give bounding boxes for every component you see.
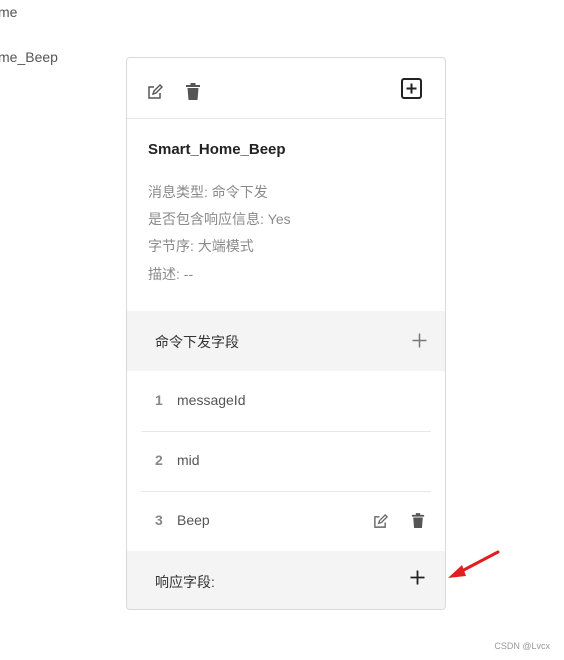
field-name: Beep [177, 512, 210, 528]
field-name: mid [177, 452, 200, 468]
response-fields-header: 响应字段: [127, 551, 445, 609]
red-arrow-annotation [448, 550, 500, 578]
field-index: 3 [155, 512, 163, 528]
field-index: 2 [155, 452, 163, 468]
command-fields-title: 命令下发字段 [155, 334, 239, 350]
watermark: CSDN @Lvcx [494, 641, 550, 651]
message-type: 消息类型: 命令下发 [148, 184, 268, 200]
trash-icon[interactable] [185, 83, 201, 101]
command-fields-header: 命令下发字段 [127, 311, 445, 371]
field-name: messageId [177, 392, 246, 408]
card-toolbar [127, 58, 445, 119]
edit-icon[interactable] [147, 84, 163, 100]
plus-square-icon[interactable] [401, 78, 422, 99]
background-text-2: me_Beep [0, 49, 58, 65]
byte-order: 字节序: 大端模式 [148, 238, 254, 254]
field-row[interactable]: 2 mid [141, 431, 431, 492]
plus-icon[interactable] [412, 333, 427, 348]
response-fields-title: 响应字段: [155, 574, 215, 590]
message-name: Smart_Home_Beep [148, 141, 286, 158]
has-response-info: 是否包含响应信息: Yes [148, 211, 291, 227]
field-index: 1 [155, 392, 163, 408]
field-row[interactable]: 3 Beep [141, 491, 431, 551]
field-row[interactable]: 1 messageId [141, 371, 431, 432]
message-details: Smart_Home_Beep 消息类型: 命令下发 是否包含响应信息: Yes… [127, 119, 445, 311]
message-card: Smart_Home_Beep 消息类型: 命令下发 是否包含响应信息: Yes… [126, 57, 446, 610]
trash-icon[interactable] [411, 513, 425, 529]
background-text-1: me [0, 4, 18, 20]
description: 描述: -- [148, 266, 194, 282]
plus-icon[interactable] [410, 570, 425, 585]
edit-icon[interactable] [373, 514, 388, 529]
